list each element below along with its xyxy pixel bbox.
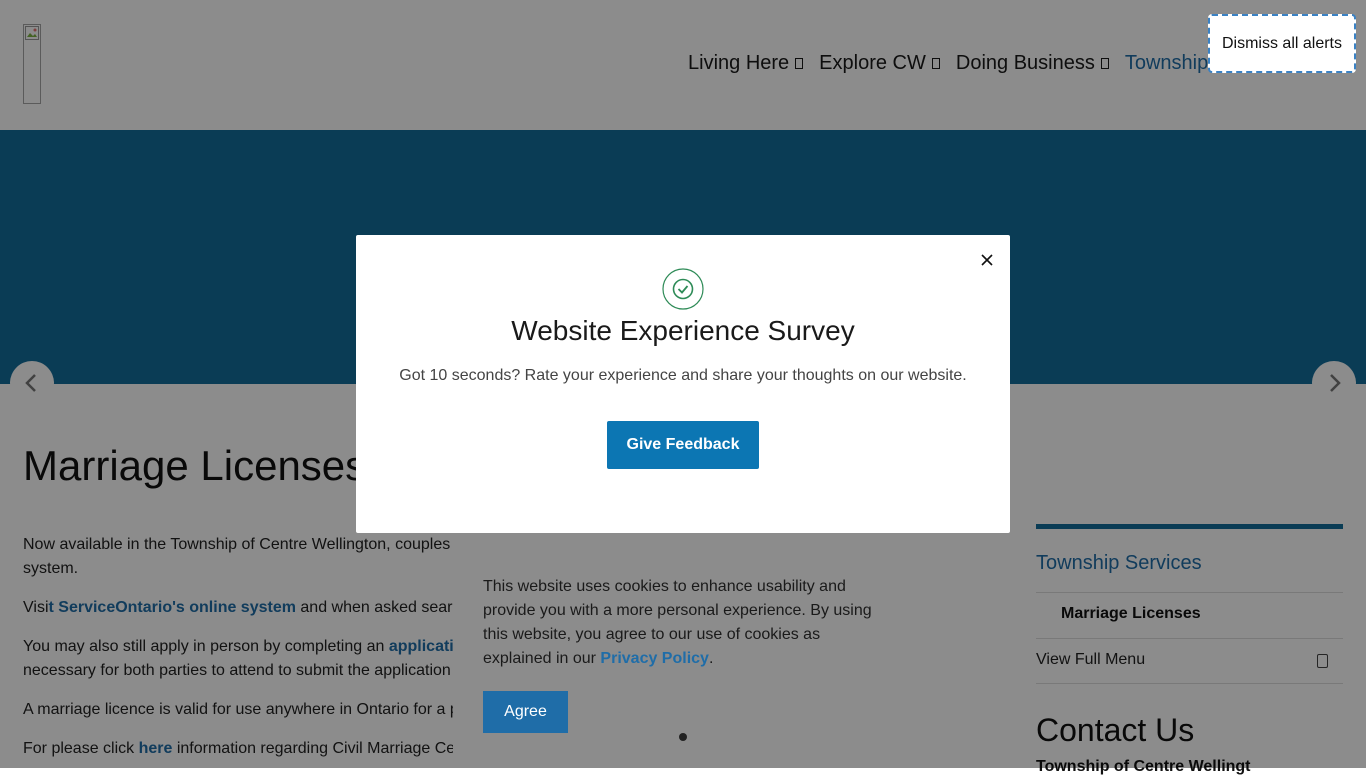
dismiss-alerts-button[interactable]: Dismiss all alerts — [1208, 14, 1356, 73]
cookie-notice-text: This website uses cookies to enhance usa… — [483, 575, 883, 671]
modal-description: Got 10 seconds? Rate your experience and… — [399, 367, 967, 384]
close-button[interactable] — [976, 249, 998, 271]
privacy-policy-link[interactable]: Privacy Policy — [600, 650, 709, 667]
agree-button[interactable]: Agree — [483, 691, 568, 733]
modal-title: Website Experience Survey — [511, 315, 855, 346]
check-circle-icon — [662, 268, 704, 310]
text-span: . — [708, 650, 714, 667]
give-feedback-button[interactable]: Give Feedback — [607, 421, 759, 469]
carousel-dot[interactable] — [679, 733, 687, 741]
survey-modal: Website Experience Survey Got 10 seconds… — [356, 235, 1010, 533]
close-icon — [981, 254, 993, 266]
